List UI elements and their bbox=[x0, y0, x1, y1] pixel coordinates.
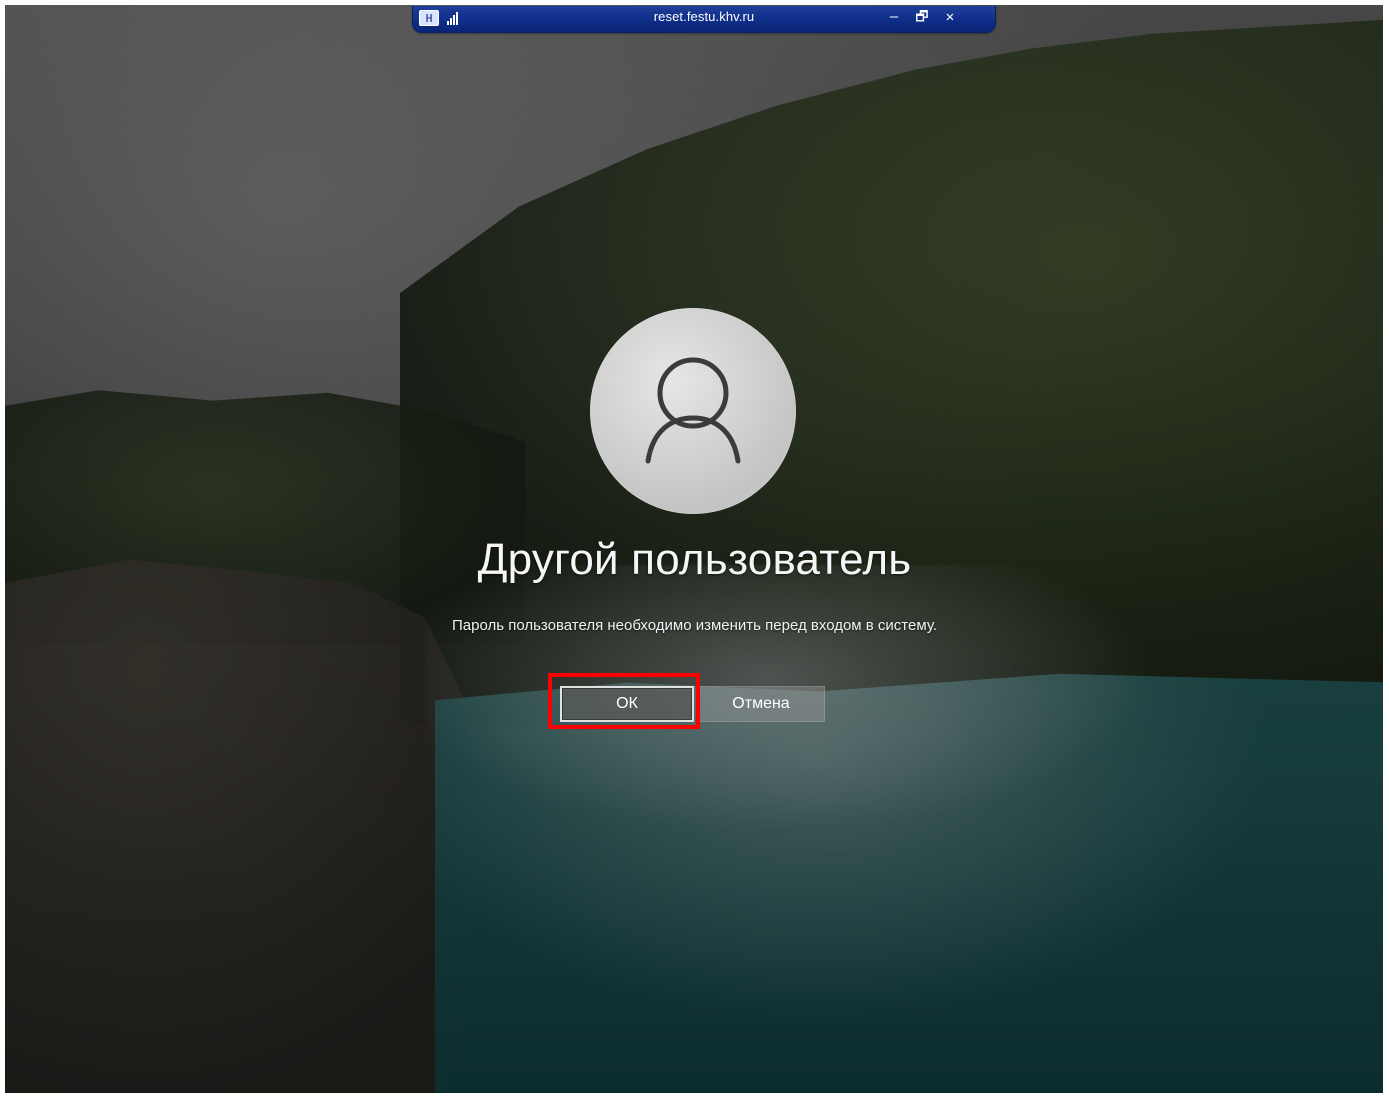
ok-button[interactable]: ОК bbox=[560, 686, 694, 722]
close-button[interactable]: ✕ bbox=[941, 8, 959, 26]
cancel-button[interactable]: Отмена bbox=[697, 686, 825, 722]
password-change-message: Пароль пользователя необходимо изменить … bbox=[452, 617, 937, 634]
remote-connection-bar[interactable]: H reset.festu.khv.ru – 🗗 ✕ bbox=[412, 6, 996, 33]
user-avatar bbox=[590, 308, 796, 514]
window-controls: – 🗗 ✕ bbox=[885, 8, 959, 26]
user-avatar-icon bbox=[645, 357, 741, 464]
restore-button[interactable]: 🗗 bbox=[913, 8, 931, 26]
user-name-title: Другой пользователь bbox=[477, 535, 912, 584]
minimize-button[interactable]: – bbox=[885, 8, 903, 26]
